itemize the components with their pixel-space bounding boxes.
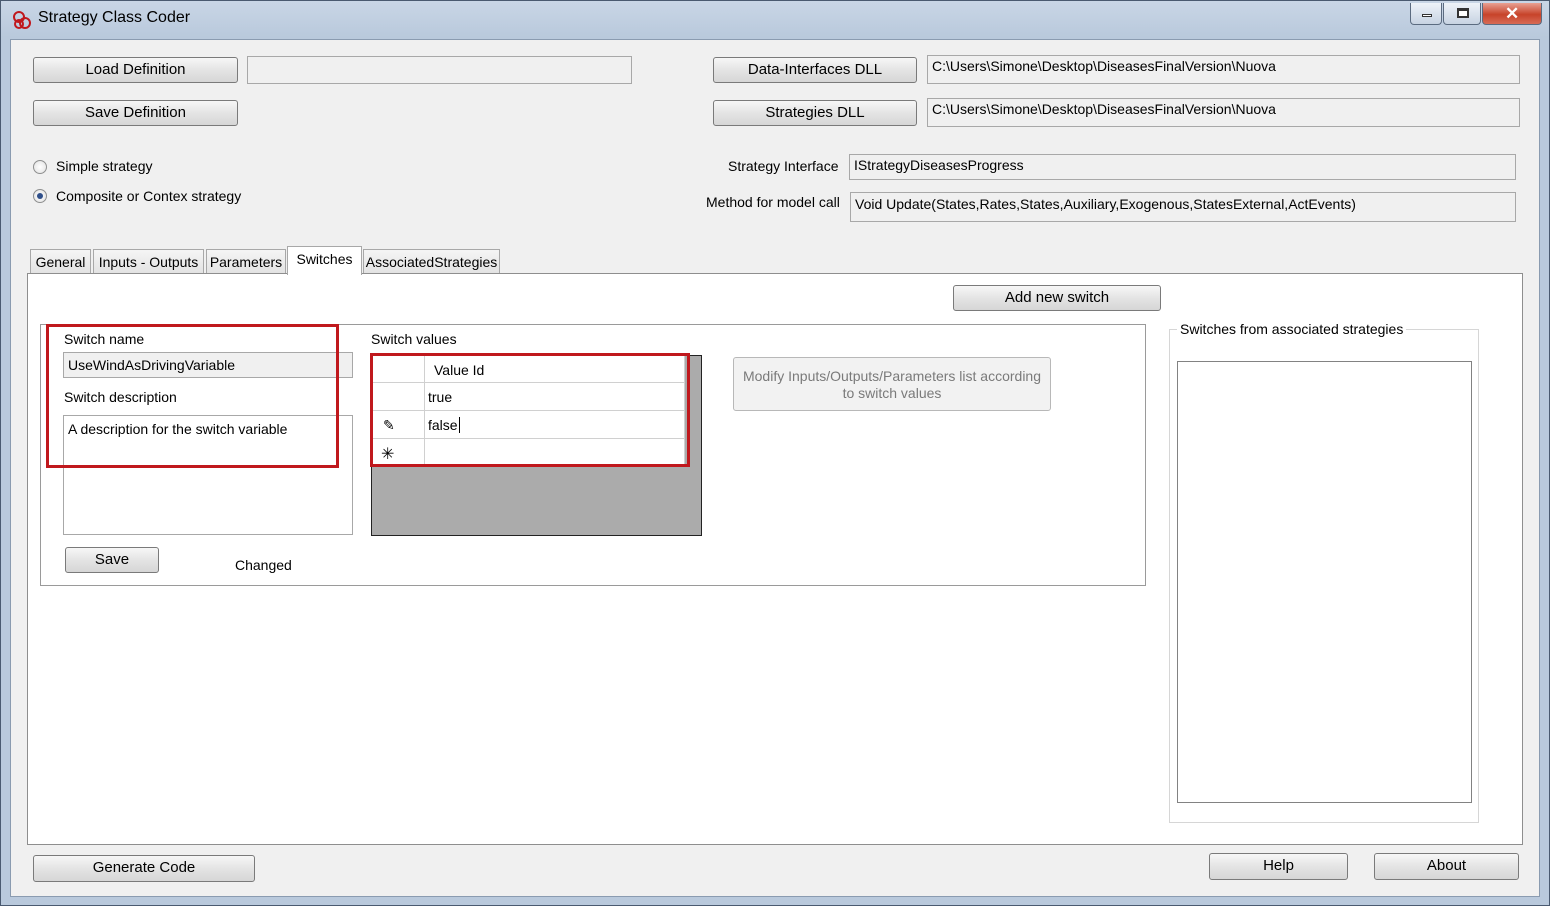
generate-code-button[interactable]: Generate Code: [33, 855, 255, 882]
simple-strategy-label: Simple strategy: [56, 158, 153, 174]
strategy-interface-label: Strategy Interface: [728, 158, 839, 174]
tab-associated-strategies[interactable]: AssociatedStrategies: [363, 249, 500, 273]
app-icon: [13, 11, 31, 29]
tab-parameters[interactable]: Parameters: [206, 249, 286, 273]
modify-lists-button[interactable]: Modify Inputs/Outputs/Parameters list ac…: [733, 357, 1051, 411]
switch-info-highlight: [46, 324, 339, 468]
composite-strategy-radio[interactable]: [33, 189, 47, 203]
switch-values-label: Switch values: [371, 331, 457, 347]
data-interfaces-dll-button[interactable]: Data-Interfaces DLL: [713, 57, 917, 83]
method-field[interactable]: Void Update(States,Rates,States,Auxiliar…: [850, 192, 1516, 222]
app-window: Strategy Class Coder ✕ Load Definition S…: [0, 0, 1550, 906]
close-button[interactable]: ✕: [1482, 3, 1542, 25]
composite-strategy-label: Composite or Contex strategy: [56, 188, 242, 204]
simple-strategy-radio[interactable]: [33, 160, 47, 174]
tab-inputs-outputs[interactable]: Inputs - Outputs: [93, 249, 204, 273]
minimize-button[interactable]: [1410, 3, 1442, 25]
associated-switches-label: Switches from associated strategies: [1177, 321, 1407, 337]
definition-path-field[interactable]: [247, 56, 632, 84]
data-interfaces-path-field[interactable]: C:\Users\Simone\Desktop\DiseasesFinalVer…: [927, 55, 1520, 84]
method-label: Method for model call: [706, 194, 840, 210]
minimize-icon: [1422, 14, 1432, 17]
window-title: Strategy Class Coder: [38, 9, 191, 26]
switch-values-highlight: [370, 353, 690, 467]
save-definition-button[interactable]: Save Definition: [33, 100, 238, 126]
save-switch-button[interactable]: Save: [65, 547, 159, 573]
add-new-switch-button[interactable]: Add new switch: [953, 285, 1161, 311]
maximize-button[interactable]: [1443, 3, 1481, 25]
about-button[interactable]: About: [1374, 853, 1519, 880]
strategies-dll-button[interactable]: Strategies DLL: [713, 100, 917, 126]
close-icon: ✕: [1505, 4, 1520, 23]
load-definition-button[interactable]: Load Definition: [33, 57, 238, 83]
tab-switches[interactable]: Switches: [287, 246, 362, 275]
status-text: Changed: [235, 557, 292, 573]
maximize-icon: [1457, 8, 1469, 18]
strategy-interface-field[interactable]: IStrategyDiseasesProgress: [849, 154, 1516, 180]
tab-general[interactable]: General: [30, 249, 91, 273]
associated-switches-list[interactable]: [1177, 361, 1472, 803]
strategies-path-field[interactable]: C:\Users\Simone\Desktop\DiseasesFinalVer…: [927, 98, 1520, 127]
help-button[interactable]: Help: [1209, 853, 1348, 880]
